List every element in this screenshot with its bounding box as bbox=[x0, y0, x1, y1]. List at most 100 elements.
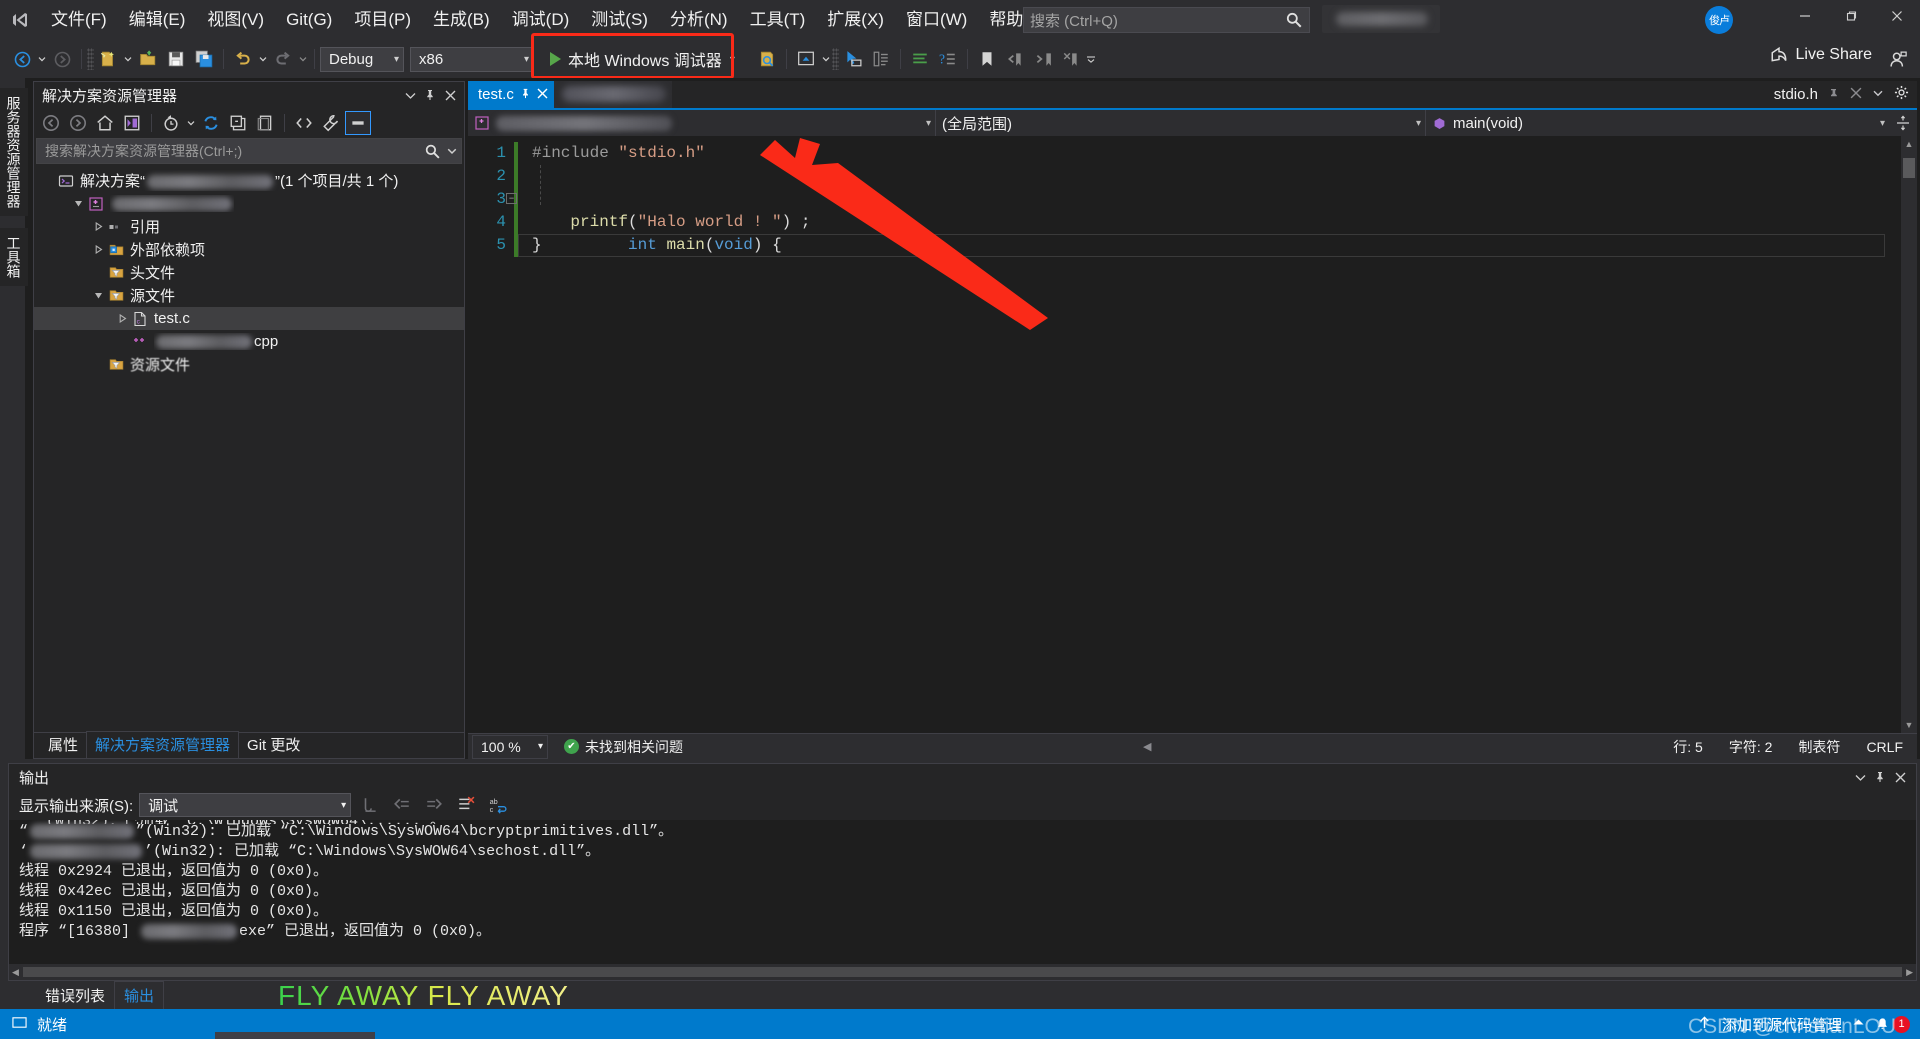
twisty-collapsed-icon[interactable] bbox=[90, 219, 106, 235]
document-tab-redacted[interactable] bbox=[553, 81, 672, 108]
back-icon[interactable] bbox=[38, 111, 64, 135]
menu-extensions[interactable]: 扩展(X) bbox=[816, 4, 895, 36]
new-project-dropdown-icon[interactable] bbox=[122, 46, 134, 72]
output-text[interactable]: “ ”(Win32)：已加载 “C:\Windows\SysWOW64\....… bbox=[9, 820, 1916, 964]
solution-platform-dropdown-icon[interactable] bbox=[820, 46, 832, 72]
close-icon[interactable] bbox=[1850, 86, 1862, 103]
scroll-left-icon[interactable]: ◀ bbox=[12, 967, 19, 978]
scrollbar-thumb[interactable] bbox=[1903, 158, 1915, 178]
menu-git[interactable]: Git(G) bbox=[275, 4, 343, 36]
go-to-next-message-icon[interactable] bbox=[421, 793, 447, 817]
menu-project[interactable]: 项目(P) bbox=[343, 4, 422, 36]
toolbar-grip-2[interactable] bbox=[831, 48, 839, 70]
split-window-icon[interactable] bbox=[1889, 115, 1917, 131]
navigate-backward-dropdown-icon[interactable] bbox=[36, 46, 48, 72]
platform-combo[interactable]: x86 ▾ bbox=[410, 46, 534, 72]
issues-nav-icon[interactable]: ◀ bbox=[1143, 740, 1151, 753]
save-icon[interactable] bbox=[162, 46, 190, 72]
tab-properties[interactable]: 属性 bbox=[40, 732, 86, 758]
code-editor[interactable]: 1 2 3 4 5 #include "stdio.h" − int main(… bbox=[468, 136, 1917, 733]
navbar-project-combo[interactable]: ▾ bbox=[468, 110, 936, 136]
source-control-upload-icon[interactable] bbox=[1697, 1015, 1712, 1034]
toolbar-overflow-icon[interactable] bbox=[1085, 46, 1097, 72]
toggle-word-wrap-icon[interactable]: ab c bbox=[485, 793, 511, 817]
menu-test[interactable]: 测试(S) bbox=[580, 4, 659, 36]
pin-tab-icon[interactable] bbox=[520, 87, 531, 102]
twisty-collapsed-icon[interactable] bbox=[90, 242, 106, 258]
undo-icon[interactable] bbox=[229, 46, 257, 72]
tree-row-project[interactable] bbox=[34, 192, 464, 215]
new-project-icon[interactable] bbox=[94, 46, 122, 72]
rail-tab-server-explorer[interactable]: 服务器资源管理器 bbox=[0, 88, 28, 216]
navigate-forward-icon[interactable] bbox=[48, 46, 76, 72]
output-horizontal-scrollbar[interactable]: ◀ ▶ bbox=[9, 964, 1916, 980]
tree-row-solution[interactable]: 解决方案“ ”(1 个项目/共 1 个) bbox=[34, 169, 464, 192]
navbar-scope-combo[interactable]: (全局范围) ▾ bbox=[936, 110, 1426, 136]
uncomment-selection-icon[interactable]: ? bbox=[934, 46, 962, 72]
notifications-up-icon[interactable] bbox=[1852, 1016, 1865, 1033]
gear-icon[interactable] bbox=[1894, 85, 1909, 104]
undo-dropdown-icon[interactable] bbox=[257, 46, 269, 72]
clear-all-icon[interactable] bbox=[453, 793, 479, 817]
menu-analyze[interactable]: 分析(N) bbox=[659, 4, 739, 36]
menu-build[interactable]: 生成(B) bbox=[422, 4, 501, 36]
zoom-combo[interactable]: 100 % ▾ bbox=[472, 734, 548, 759]
right-tab-stdio-h[interactable]: stdio.h bbox=[1774, 86, 1818, 103]
toolbar-grip[interactable] bbox=[87, 48, 94, 70]
pin-icon[interactable] bbox=[420, 85, 440, 105]
chevron-down-icon[interactable] bbox=[1872, 86, 1884, 103]
scroll-down-icon[interactable]: ▼ bbox=[1904, 720, 1914, 730]
refresh-icon[interactable] bbox=[198, 111, 224, 135]
clear-bookmarks-icon[interactable] bbox=[1057, 46, 1085, 72]
menu-view[interactable]: 视图(V) bbox=[196, 4, 275, 36]
close-tab-icon[interactable] bbox=[537, 86, 548, 103]
twisty-expanded-icon[interactable] bbox=[70, 196, 86, 212]
notifications-bell[interactable]: 1 bbox=[1875, 1015, 1910, 1033]
panel-menu-icon[interactable] bbox=[1850, 767, 1870, 787]
close-panel-icon[interactable] bbox=[440, 85, 460, 105]
configuration-combo[interactable]: Debug ▾ bbox=[320, 46, 404, 72]
forward-icon[interactable] bbox=[65, 111, 91, 135]
tab-output[interactable]: 输出 bbox=[114, 980, 165, 1010]
toggle-bookmark-icon[interactable] bbox=[973, 46, 1001, 72]
editor-vertical-scrollbar[interactable]: ▲ ▼ bbox=[1901, 136, 1917, 733]
switch-views-icon[interactable] bbox=[119, 111, 145, 135]
twisty-expanded-icon[interactable] bbox=[90, 288, 106, 304]
tree-row-resource-files[interactable]: 资源文件 bbox=[34, 353, 464, 376]
start-debugging-button[interactable]: 本地 Windows 调试器 ▾ bbox=[544, 46, 739, 72]
tree-row-test-c[interactable]: c test.c bbox=[34, 307, 464, 330]
live-share-account-icon[interactable] bbox=[1888, 49, 1908, 74]
tab-git-changes[interactable]: Git 更改 bbox=[239, 732, 308, 758]
menu-window[interactable]: 窗口(W) bbox=[895, 4, 978, 36]
maximize-button[interactable] bbox=[1828, 0, 1874, 32]
tree-row-header-files[interactable]: 头文件 bbox=[34, 261, 464, 284]
rail-tab-toolbox[interactable]: 工具箱 bbox=[0, 228, 28, 286]
preview-selected-items-icon[interactable] bbox=[345, 111, 371, 135]
select-element-icon[interactable] bbox=[839, 46, 867, 72]
navigate-backward-icon[interactable] bbox=[8, 46, 36, 72]
scroll-up-icon[interactable]: ▲ bbox=[1904, 139, 1914, 149]
global-search-box[interactable]: 搜索 (Ctrl+Q) bbox=[1023, 7, 1310, 33]
tab-error-list[interactable]: 错误列表 bbox=[36, 982, 114, 1009]
redo-icon[interactable] bbox=[269, 46, 297, 72]
menu-tools[interactable]: 工具(T) bbox=[739, 4, 817, 36]
twisty-collapsed-icon[interactable] bbox=[114, 311, 130, 327]
minimize-button[interactable] bbox=[1782, 0, 1828, 32]
close-panel-icon[interactable] bbox=[1890, 767, 1910, 787]
scrollbar-thumb[interactable] bbox=[22, 967, 1903, 977]
menu-debug[interactable]: 调试(D) bbox=[501, 4, 581, 36]
open-file-icon[interactable] bbox=[134, 46, 162, 72]
properties-icon[interactable] bbox=[318, 111, 344, 135]
live-share-button[interactable]: Live Share bbox=[1770, 46, 1872, 64]
avatar[interactable]: 俊卢 bbox=[1705, 6, 1733, 34]
live-visual-tree-icon[interactable] bbox=[867, 46, 895, 72]
pin-icon[interactable] bbox=[1828, 86, 1840, 103]
tree-row-external-dependencies[interactable]: 外部依赖项 bbox=[34, 238, 464, 261]
home-icon[interactable] bbox=[92, 111, 118, 135]
attach-to-process-icon[interactable] bbox=[753, 46, 781, 72]
search-options-dropdown-icon[interactable] bbox=[447, 146, 457, 156]
redo-dropdown-icon[interactable] bbox=[297, 46, 309, 72]
document-tab-test-c[interactable]: test.c bbox=[468, 81, 554, 108]
menu-file[interactable]: 文件(F) bbox=[40, 4, 118, 36]
pending-changes-icon[interactable] bbox=[158, 111, 184, 135]
